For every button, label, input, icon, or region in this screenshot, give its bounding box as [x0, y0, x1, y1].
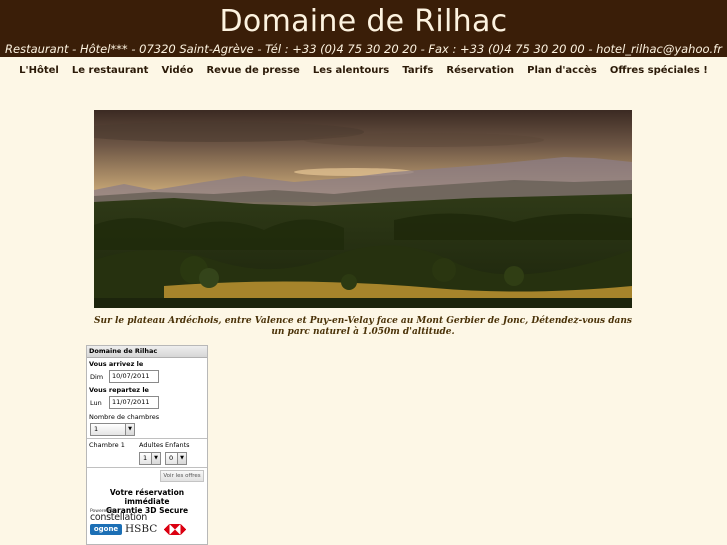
room-name: Chambre 1 [89, 441, 125, 449]
nav-item-booking[interactable]: Réservation [446, 64, 514, 78]
nav-item-surroundings[interactable]: Les alentours [313, 64, 389, 78]
booking-widget-header: Domaine de Rilhac [87, 346, 207, 358]
nav-item-video[interactable]: Vidéo [162, 64, 194, 78]
nav-item-map[interactable]: Plan d'accès [527, 64, 597, 78]
constellation-logo: constellation [90, 512, 147, 523]
departure-date-input[interactable]: 11/07/2011 [109, 396, 159, 409]
nav-item-restaurant[interactable]: Le restaurant [72, 64, 149, 78]
arrival-date-input[interactable]: 10/07/2011 [109, 370, 159, 383]
chevron-down-icon: ▼ [151, 453, 160, 464]
nav-item-press[interactable]: Revue de presse [206, 64, 299, 78]
departure-label: Vous repartez le [89, 386, 149, 394]
booking-widget: Domaine de Rilhac Vous arrivez le Dim 10… [86, 345, 208, 545]
nav-item-hotel[interactable]: L'Hôtel [19, 64, 59, 78]
adults-label: Adultes [139, 441, 164, 449]
chevron-down-icon: ▼ [177, 453, 186, 464]
banner-landscape-image [94, 110, 632, 308]
header-bar: Domaine de Rilhac Restaurant - Hôtel*** … [0, 0, 727, 57]
adults-select[interactable]: 1 ▼ [139, 452, 161, 465]
arrival-day: Dim [90, 373, 104, 381]
rooms-count-value: 1 [94, 425, 99, 433]
rooms-count-label: Nombre de chambres [89, 413, 160, 421]
room-occupancy-panel: Chambre 1 Adultes Enfants 1 ▼ 0 ▼ [87, 438, 207, 468]
departure-day: Lun [90, 399, 102, 407]
secure-line-1: Votre réservation immédiate [109, 488, 185, 506]
children-value: 0 [169, 454, 174, 462]
main-nav: L'Hôtel Le restaurant Vidéo Revue de pre… [0, 58, 727, 76]
hsbc-hexagon-icon [164, 524, 186, 535]
contact-line: Restaurant - Hôtel*** - 07320 Saint-Agrè… [5, 42, 722, 56]
banner-caption: Sur le plateau Ardéchois, entre Valence … [94, 316, 632, 337]
view-offers-button[interactable]: Voir les offres [160, 470, 204, 482]
chevron-down-icon: ▼ [125, 424, 134, 435]
site-title: Domaine de Rilhac [219, 4, 508, 39]
children-select[interactable]: 0 ▼ [165, 452, 187, 465]
arrival-label: Vous arrivez le [89, 360, 144, 368]
nav-item-offers[interactable]: Offres spéciales ! [610, 64, 708, 78]
rooms-count-select[interactable]: 1 ▼ [90, 423, 135, 436]
ogone-logo: ogone [90, 524, 122, 535]
hsbc-logo-text: HSBC [125, 523, 158, 535]
adults-value: 1 [143, 454, 148, 462]
nav-item-rates[interactable]: Tarifs [402, 64, 433, 78]
children-label: Enfants [165, 441, 190, 449]
